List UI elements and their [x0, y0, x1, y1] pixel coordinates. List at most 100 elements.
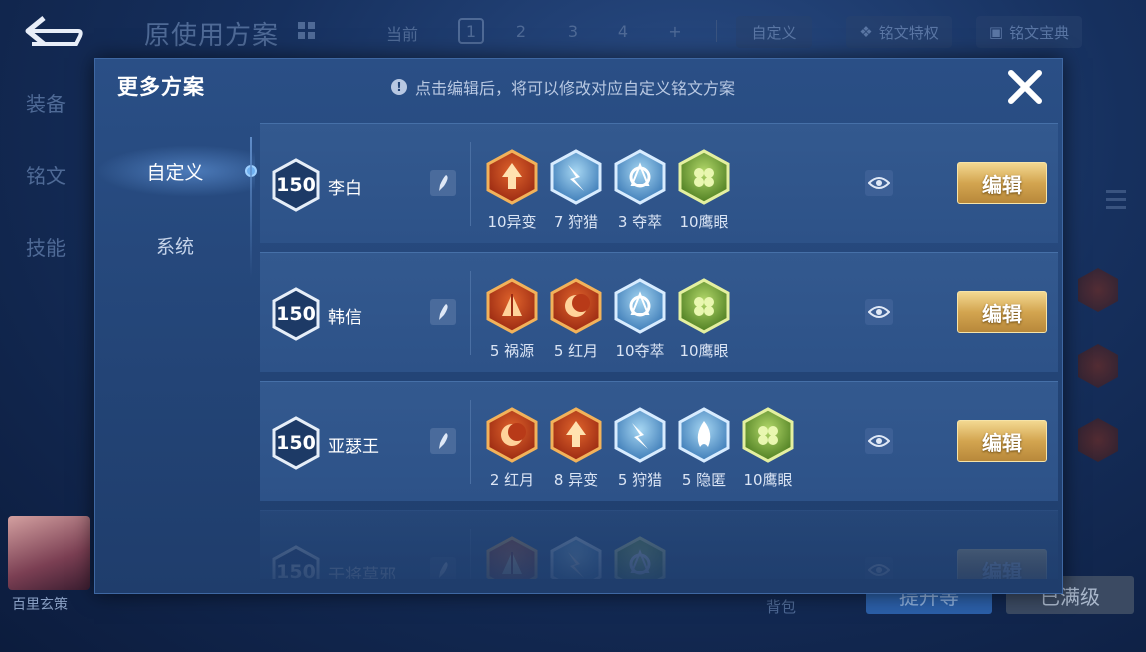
- grid-icon[interactable]: [298, 22, 316, 40]
- row-divider: [470, 142, 471, 226]
- dialog-hint: ! 点击编辑后，将可以修改对应自定义铭文方案: [391, 75, 735, 99]
- rune-item[interactable]: 10夺萃: [608, 278, 672, 361]
- back-arrow-icon[interactable]: [22, 14, 84, 48]
- rune-item[interactable]: 5 狩猎: [608, 407, 672, 490]
- rune-label: 10鹰眼: [679, 342, 729, 360]
- pen-icon: [439, 562, 448, 578]
- add-page-button[interactable]: +: [662, 18, 688, 44]
- hero-name: 干将莫邪: [328, 566, 396, 579]
- tab-system[interactable]: 系统: [95, 219, 255, 271]
- tab-system-label: 系统: [155, 235, 194, 258]
- dialog-title: 更多方案: [117, 75, 205, 99]
- eye-icon: [868, 435, 890, 447]
- rune-label: 10鹰眼: [743, 471, 793, 489]
- rune-item[interactable]: 8 异变: [544, 407, 608, 490]
- rune-item[interactable]: 3 夺萃: [608, 149, 672, 232]
- dictionary-button[interactable]: ▣ 铭文宝典: [976, 16, 1082, 48]
- hero-name: 亚瑟王: [328, 437, 379, 457]
- rune-label: 10异变: [487, 213, 537, 231]
- scheme-row: 150 李白 10异变 7 狩猎 3 夺萃 10鹰眼 编辑: [260, 123, 1058, 243]
- page-tab-1[interactable]: 1: [458, 18, 484, 44]
- side-tabs: 自定义 系统: [95, 125, 257, 345]
- dictionary-label: 铭文宝典: [1009, 23, 1070, 42]
- clover-rune-icon: [742, 407, 794, 463]
- preview-button[interactable]: [865, 170, 893, 196]
- fan-rune-icon: [486, 536, 538, 579]
- rune-item[interactable]: 2 红月: [480, 407, 544, 490]
- header-divider: [716, 20, 717, 42]
- rune-item[interactable]: [608, 536, 672, 579]
- clover-rune-icon: [678, 278, 730, 334]
- background-header: 原使用方案 当前 1 2 3 4 + 自定义 ❖ 铭文特权 ▣ 铭文宝典: [0, 0, 1146, 62]
- pen-icon: [439, 175, 448, 191]
- scheme-row: 150 亚瑟王 2 红月 8 异变 5 狩猎 5 隐匿 10鹰眼 编辑: [260, 381, 1058, 501]
- edit-button[interactable]: 编辑: [957, 420, 1047, 462]
- menu-icon[interactable]: [1106, 190, 1126, 212]
- lightning-rune-icon: [550, 149, 602, 205]
- rune-item[interactable]: [544, 536, 608, 579]
- rune-item[interactable]: 5 祸源: [480, 278, 544, 361]
- rune-item[interactable]: 10鹰眼: [672, 149, 736, 232]
- row-divider: [470, 529, 471, 579]
- page-tab-3[interactable]: 3: [560, 18, 586, 44]
- preview-button[interactable]: [865, 299, 893, 325]
- scheme-list[interactable]: 150 李白 10异变 7 狩猎 3 夺萃 10鹰眼 编辑 150 韩信 5 祸源 5 红月 10夺萃…: [260, 123, 1058, 579]
- rune-label: 10鹰眼: [679, 213, 729, 231]
- rune-label: 5 祸源: [489, 342, 535, 360]
- pen-icon: [439, 433, 448, 449]
- more-schemes-dialog: 更多方案 ! 点击编辑后，将可以修改对应自定义铭文方案 自定义 系统 150 李白…: [94, 58, 1063, 594]
- pen-icon: [439, 304, 448, 320]
- background-rune-icon: [1078, 268, 1118, 312]
- fan-rune-icon: [486, 278, 538, 334]
- custom-button[interactable]: 自定义: [736, 16, 812, 48]
- rune-item[interactable]: 7 狩猎: [544, 149, 608, 232]
- side-divider: [250, 137, 252, 277]
- rename-button[interactable]: [430, 428, 456, 454]
- rune-label: 2 红月: [489, 471, 535, 489]
- backpack-label[interactable]: 背包: [766, 596, 796, 617]
- close-icon[interactable]: [1003, 65, 1047, 109]
- lightning-rune-icon: [550, 536, 602, 579]
- side-item-equipment[interactable]: 装备: [26, 88, 66, 117]
- rune-item[interactable]: [480, 536, 544, 579]
- rename-button[interactable]: [430, 299, 456, 325]
- tab-custom[interactable]: 自定义: [95, 145, 257, 197]
- rune-label: 5 狩猎: [617, 471, 663, 489]
- rename-button[interactable]: [430, 557, 456, 579]
- page-tab-2[interactable]: 2: [508, 18, 534, 44]
- privilege-button[interactable]: ❖ 铭文特权: [846, 16, 952, 48]
- hero-avatar[interactable]: [8, 516, 90, 590]
- privilege-label: 铭文特权: [878, 23, 939, 42]
- tab-custom-label: 自定义: [146, 161, 204, 184]
- hero-name: 韩信: [328, 308, 362, 328]
- rename-button[interactable]: [430, 170, 456, 196]
- side-item-skills[interactable]: 技能: [26, 232, 66, 261]
- rune-item[interactable]: 10异变: [480, 149, 544, 232]
- rune-item[interactable]: 5 隐匿: [672, 407, 736, 490]
- crescent-rune-icon: [550, 278, 602, 334]
- rune-label: 5 红月: [553, 342, 599, 360]
- knot-rune-icon: [614, 536, 666, 579]
- hero-name: 李白: [328, 179, 362, 199]
- flame-rune-icon: [678, 407, 730, 463]
- current-label: 当前: [386, 25, 419, 44]
- edit-button[interactable]: 编辑: [957, 291, 1047, 333]
- crescent-rune-icon: [486, 407, 538, 463]
- lightning-rune-icon: [614, 407, 666, 463]
- rune-item[interactable]: 10鹰眼: [736, 407, 800, 490]
- edit-button[interactable]: 编辑: [957, 549, 1047, 579]
- edit-button[interactable]: 编辑: [957, 162, 1047, 204]
- rune-label: 8 异变: [553, 471, 599, 489]
- scheme-row: 150 干将莫邪 编辑: [260, 510, 1058, 579]
- row-divider: [470, 400, 471, 484]
- eye-icon: [868, 306, 890, 318]
- scheme-title: 原使用方案: [144, 21, 280, 51]
- page-tab-4[interactable]: 4: [610, 18, 636, 44]
- side-item-runes[interactable]: 铭文: [26, 160, 66, 189]
- preview-button[interactable]: [865, 557, 893, 579]
- preview-button[interactable]: [865, 428, 893, 454]
- rune-item[interactable]: 10鹰眼: [672, 278, 736, 361]
- hero-avatar-name: 百里玄策: [12, 597, 68, 613]
- rune-item[interactable]: 5 红月: [544, 278, 608, 361]
- rune-level: 150: [276, 303, 316, 325]
